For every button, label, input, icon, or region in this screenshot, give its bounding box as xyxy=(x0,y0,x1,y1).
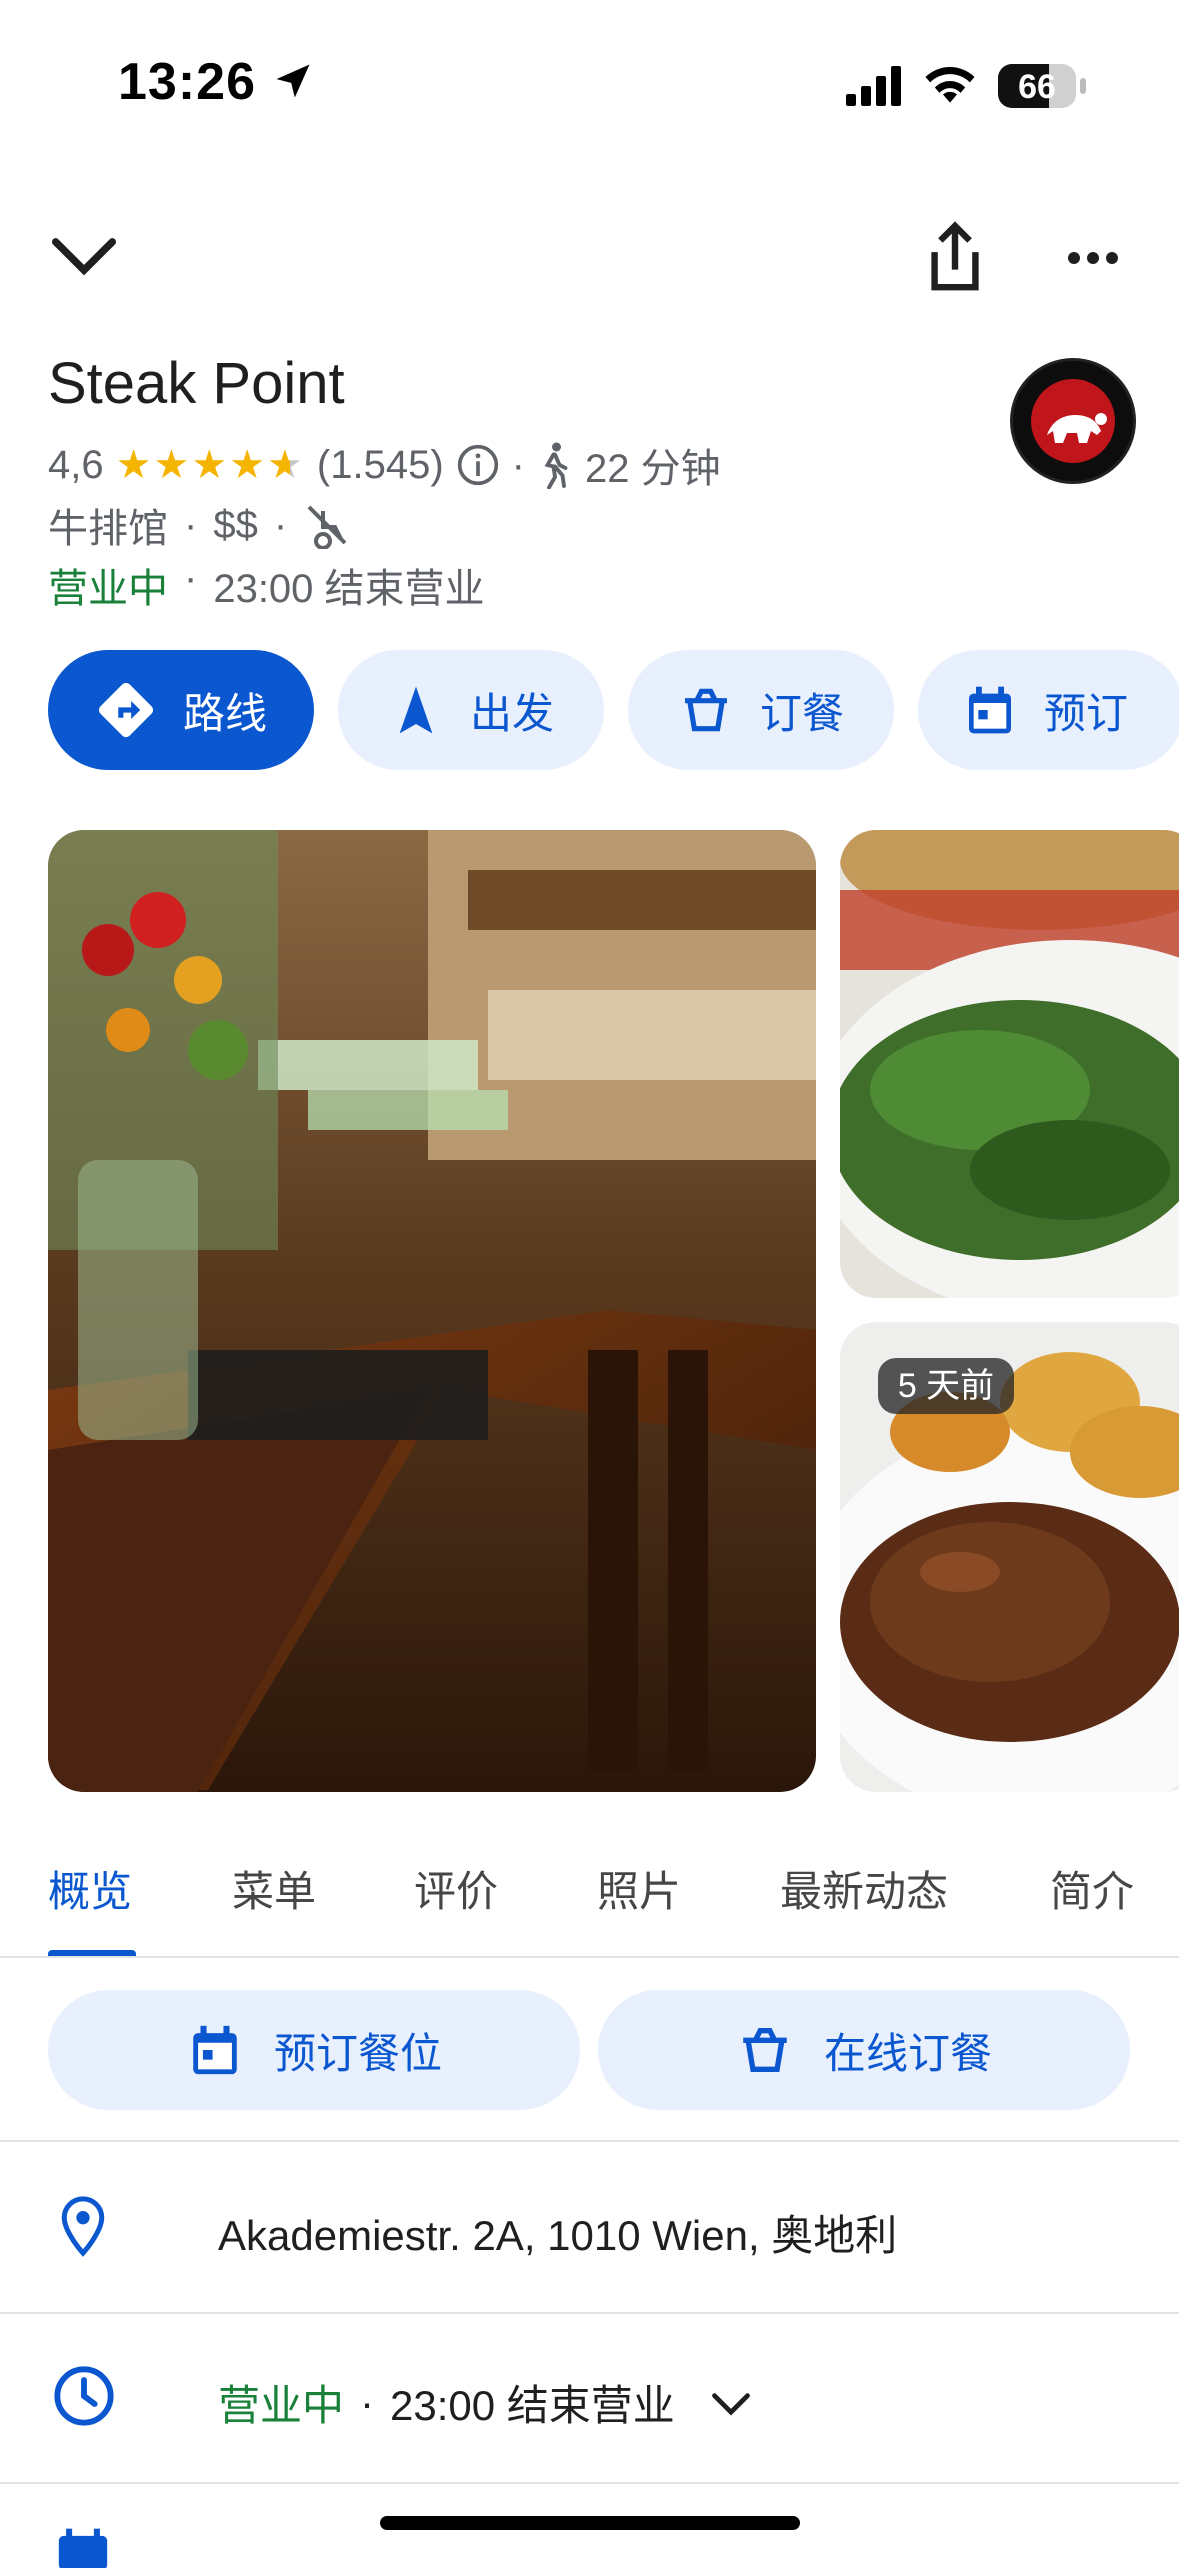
tab-photos[interactable]: 照片 xyxy=(597,1858,681,1919)
status-time: 13:26 xyxy=(118,52,315,112)
tab-menu[interactable]: 菜单 xyxy=(232,1858,316,1919)
tabs-divider xyxy=(0,1956,1179,1958)
meta-separator: · xyxy=(184,502,198,547)
photo-arugula-salad[interactable] xyxy=(840,830,1179,1298)
calendar-icon xyxy=(969,686,1011,734)
more-options-icon[interactable] xyxy=(1066,250,1120,266)
cellular-signal-icon xyxy=(846,66,901,106)
home-indicator xyxy=(380,2516,800,2530)
not-wheelchair-accessible-icon xyxy=(307,505,347,549)
photo-age-badge: 5 天前 xyxy=(878,1358,1014,1414)
tab-reviews[interactable]: 评价 xyxy=(414,1858,498,1919)
start-navigation-button[interactable]: 出发 xyxy=(338,650,604,770)
directions-label: 路线 xyxy=(182,689,267,737)
meta-separator: · xyxy=(273,502,288,547)
open-status: 营业中 xyxy=(48,567,168,611)
calendar-icon xyxy=(58,2528,108,2568)
battery-cap xyxy=(1080,78,1086,94)
rating-value: 4,6 xyxy=(48,442,104,487)
rating-stars: ★★★★★ xyxy=(116,442,305,488)
reserve-table-label: 预订餐位 xyxy=(273,2029,442,2077)
meta-separator: · xyxy=(184,556,198,600)
walking-icon xyxy=(544,442,568,489)
chevron-down-icon[interactable] xyxy=(50,232,118,280)
rating-row: 4,6 ★★★★★ (1.545) · 22 分钟 xyxy=(48,436,721,494)
wifi-icon xyxy=(925,66,975,103)
clock-icon xyxy=(54,2366,114,2426)
order-food-icon xyxy=(743,2028,787,2072)
walk-time: 22 分钟 xyxy=(584,447,721,491)
star-icon: ★ xyxy=(115,443,154,487)
category-row: 牛排馆 · $$ · xyxy=(48,496,351,554)
closing-time-detail: 23:00 结束营业 xyxy=(390,2382,675,2429)
category: 牛排馆 xyxy=(48,507,168,551)
tab-about[interactable]: 简介 xyxy=(1050,1858,1134,1919)
battery-indicator: 66 xyxy=(998,64,1076,108)
hours-detail-row[interactable]: 营业中 · 23:00 结束营业 xyxy=(218,2372,753,2433)
chevron-down-icon[interactable] xyxy=(709,2388,753,2418)
star-icon: ★ xyxy=(153,443,192,487)
reserve-button[interactable]: 预订 xyxy=(918,650,1179,770)
hours-row: 营业中 · 23:00 结束营业 xyxy=(48,556,485,614)
address-divider xyxy=(0,2312,1179,2314)
meta-separator: · xyxy=(360,2378,375,2426)
star-icon: ★ xyxy=(191,443,230,487)
hours-divider xyxy=(0,2482,1179,2484)
order-food-button[interactable]: 订餐 xyxy=(628,650,894,770)
closing-time: 23:00 结束营业 xyxy=(213,567,485,611)
order-label: 订餐 xyxy=(759,689,844,737)
restaurant-logo xyxy=(1010,358,1136,484)
tab-overview[interactable]: 概览 xyxy=(48,1858,132,1919)
star-icon: ★ xyxy=(229,443,268,487)
review-count[interactable]: (1.545) xyxy=(317,443,444,488)
order-online-button[interactable]: 在线订餐 xyxy=(598,1990,1130,2110)
directions-button[interactable]: 路线 xyxy=(48,650,314,770)
battery-percent: 66 xyxy=(1018,68,1056,106)
star-half-icon: ★ xyxy=(267,443,305,487)
location-arrow-icon xyxy=(276,64,310,98)
section-divider xyxy=(0,2140,1179,2142)
main-photo-bar-interior[interactable] xyxy=(48,830,816,1792)
start-label: 出发 xyxy=(469,689,554,737)
info-icon[interactable] xyxy=(456,443,500,487)
place-title: Steak Point xyxy=(48,351,345,416)
reserve-table-button[interactable]: 预订餐位 xyxy=(48,1990,580,2110)
address-text[interactable]: Akademiestr. 2A, 1010 Wien, 奥地利 xyxy=(218,2202,897,2263)
open-status-detail: 营业中 xyxy=(218,2382,345,2429)
meta-separator: · xyxy=(511,442,525,487)
navigation-arrow-icon xyxy=(399,686,433,734)
location-pin-icon xyxy=(61,2196,105,2257)
price-level: $$ xyxy=(213,502,258,547)
order-food-icon xyxy=(684,688,727,732)
calendar-icon xyxy=(193,2025,237,2075)
directions-icon xyxy=(98,682,154,738)
order-online-label: 在线订餐 xyxy=(823,2029,992,2077)
tab-updates[interactable]: 最新动态 xyxy=(780,1858,948,1919)
reserve-label: 预订 xyxy=(1044,689,1129,737)
share-icon[interactable] xyxy=(920,220,990,296)
